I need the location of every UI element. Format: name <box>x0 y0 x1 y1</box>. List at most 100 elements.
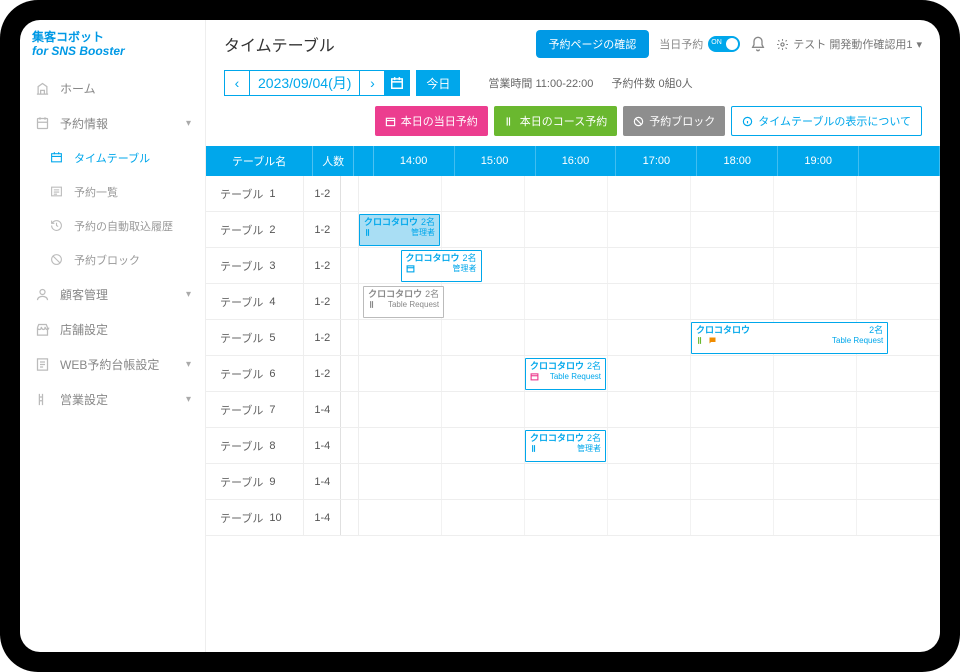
today-button[interactable]: 今日 <box>416 70 460 96</box>
next-day-button[interactable]: › <box>359 70 385 96</box>
nav-label: 予約一覧 <box>74 184 118 200</box>
nav-block[interactable]: 予約ブロック <box>20 243 205 277</box>
label: 本日の当日予約 <box>401 113 478 129</box>
row-name: テーブル2 <box>206 212 304 247</box>
chevron-down-icon: ▾ <box>916 38 922 51</box>
logo-line1: 集客コボット <box>32 30 193 44</box>
bell-icon[interactable] <box>750 36 766 52</box>
table-row[interactable]: テーブル31-2クロコタロウ2名管理者 <box>206 248 940 284</box>
list-icon <box>48 184 64 200</box>
reservation-icon <box>34 115 50 131</box>
nav-label: タイムテーブル <box>74 150 150 166</box>
table-row[interactable]: テーブル11-2 <box>206 176 940 212</box>
col-spacer <box>354 146 374 176</box>
business-info: 営業時間 11:00-22:00 予約件数 0組0人 <box>488 75 692 91</box>
booking[interactable]: クロコタロウ2名管理者 <box>401 250 482 282</box>
calendar-button[interactable] <box>384 70 410 96</box>
booking[interactable]: クロコタロウ2名管理者 <box>525 430 606 462</box>
row-grid[interactable] <box>359 392 940 427</box>
row-spacer <box>341 284 359 319</box>
nav-web-settings[interactable]: WEB予約台帳設定 ▾ <box>20 347 205 382</box>
timetable: テーブル名 人数 14:00 15:00 16:00 17:00 18:00 1… <box>206 146 940 652</box>
nav-label: 顧客管理 <box>60 286 108 303</box>
nav-list[interactable]: 予約一覧 <box>20 175 205 209</box>
home-icon <box>34 80 50 96</box>
nav-label: ホーム <box>60 80 96 97</box>
prev-day-button[interactable]: ‹ <box>224 70 250 96</box>
web-settings-icon <box>34 356 50 372</box>
row-spacer <box>341 176 359 211</box>
row-grid[interactable]: クロコタロウ2名管理者 <box>359 428 940 463</box>
chevron-down-icon: ▾ <box>186 394 191 405</box>
calendar-icon <box>406 264 415 273</box>
nav-store[interactable]: 店舗設定 <box>20 312 205 347</box>
nav-customer[interactable]: 顧客管理 ▾ <box>20 277 205 312</box>
row-grid[interactable]: クロコタロウ2名管理者 <box>359 212 940 247</box>
table-row[interactable]: テーブル91-4 <box>206 464 940 500</box>
row-grid[interactable] <box>359 464 940 499</box>
col-hour <box>859 146 940 176</box>
logo-line2: for SNS Booster <box>32 44 193 58</box>
row-cap: 1-4 <box>304 500 341 535</box>
timetable-icon <box>48 150 64 166</box>
about-display-button[interactable]: タイムテーブルの表示について <box>731 106 922 136</box>
today-reservation-toggle[interactable]: 当日予約 ON <box>659 36 740 52</box>
nav-auto-import[interactable]: 予約の自動取込履歴 <box>20 209 205 243</box>
nav-home[interactable]: ホーム <box>20 71 205 106</box>
table-row[interactable]: テーブル21-2クロコタロウ2名管理者 <box>206 212 940 248</box>
row-spacer <box>341 428 359 463</box>
nav-timetable[interactable]: タイムテーブル <box>20 141 205 175</box>
row-spacer <box>341 356 359 391</box>
booking[interactable]: クロコタロウ2名Table Request <box>691 322 888 354</box>
calendar-icon <box>530 372 539 381</box>
table-row[interactable]: テーブル61-2クロコタロウ2名Table Request <box>206 356 940 392</box>
calendar-icon <box>385 116 396 127</box>
user-label: テスト 開発動作確認用1 <box>793 36 912 52</box>
table-row[interactable]: テーブル41-2クロコタロウ2名Table Request <box>206 284 940 320</box>
table-row[interactable]: テーブル51-2クロコタロウ2名Table Request <box>206 320 940 356</box>
booking[interactable]: クロコタロウ2名Table Request <box>525 358 606 390</box>
row-name: テーブル10 <box>206 500 304 535</box>
nav-label: WEB予約台帳設定 <box>60 356 159 373</box>
booking[interactable]: クロコタロウ2名管理者 <box>359 214 440 246</box>
current-date[interactable]: 2023/09/04(月) <box>249 70 360 96</box>
row-spacer <box>341 248 359 283</box>
row-spacer <box>341 392 359 427</box>
table-row[interactable]: テーブル101-4 <box>206 500 940 536</box>
row-grid[interactable]: クロコタロウ2名Table Request <box>359 284 940 319</box>
chevron-down-icon: ▾ <box>186 359 191 370</box>
history-icon <box>48 218 64 234</box>
chevron-down-icon: ▾ <box>186 289 191 300</box>
row-spacer <box>341 320 359 355</box>
cutlery-icon <box>364 228 373 237</box>
nav-reservation-info[interactable]: 予約情報 ▾ <box>20 106 205 141</box>
cutlery-icon <box>530 444 539 453</box>
nav-label: 予約の自動取込履歴 <box>74 218 173 234</box>
confirm-page-button[interactable]: 予約ページの確認 <box>536 30 650 58</box>
label: 予約ブロック <box>649 113 715 129</box>
row-name: テーブル8 <box>206 428 304 463</box>
row-grid[interactable]: クロコタロウ2名Table Request <box>359 320 940 355</box>
user-menu[interactable]: テスト 開発動作確認用1 ▾ <box>776 36 922 52</box>
table-row[interactable]: テーブル81-4クロコタロウ2名管理者 <box>206 428 940 464</box>
topbar: タイムテーブル 予約ページの確認 当日予約 ON テスト 開発動作確認用1 ▾ <box>206 20 940 66</box>
row-spacer <box>341 464 359 499</box>
row-grid[interactable]: クロコタロウ2名Table Request <box>359 356 940 391</box>
block-icon <box>633 116 644 127</box>
toggle-icon[interactable]: ON <box>708 36 740 52</box>
col-hour: 14:00 <box>374 146 455 176</box>
row-grid[interactable] <box>359 500 940 535</box>
nav-label: 店舗設定 <box>60 321 108 338</box>
nav-business[interactable]: 営業設定 ▾ <box>20 382 205 417</box>
label: タイムテーブルの表示について <box>758 113 911 129</box>
booking[interactable]: クロコタロウ2名Table Request <box>363 286 444 318</box>
course-button[interactable]: 本日のコース予約 <box>494 106 617 136</box>
block-button[interactable]: 予約ブロック <box>623 106 725 136</box>
table-row[interactable]: テーブル71-4 <box>206 392 940 428</box>
chat-icon <box>708 336 717 345</box>
same-day-button[interactable]: 本日の当日予約 <box>375 106 488 136</box>
col-hour: 17:00 <box>616 146 697 176</box>
row-grid[interactable]: クロコタロウ2名管理者 <box>359 248 940 283</box>
gear-icon <box>776 38 789 51</box>
row-grid[interactable] <box>359 176 940 211</box>
